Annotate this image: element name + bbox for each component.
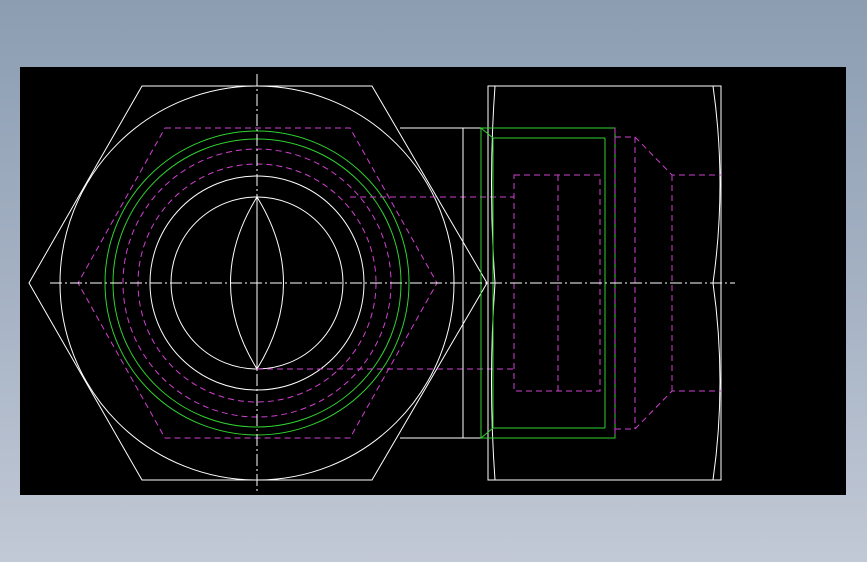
cad-viewport[interactable]: [20, 67, 846, 495]
cad-drawing: [28, 74, 735, 492]
hidden-taper-bottom: [615, 390, 721, 430]
hidden-taper-top: [615, 136, 721, 176]
centerlines: [50, 74, 735, 492]
